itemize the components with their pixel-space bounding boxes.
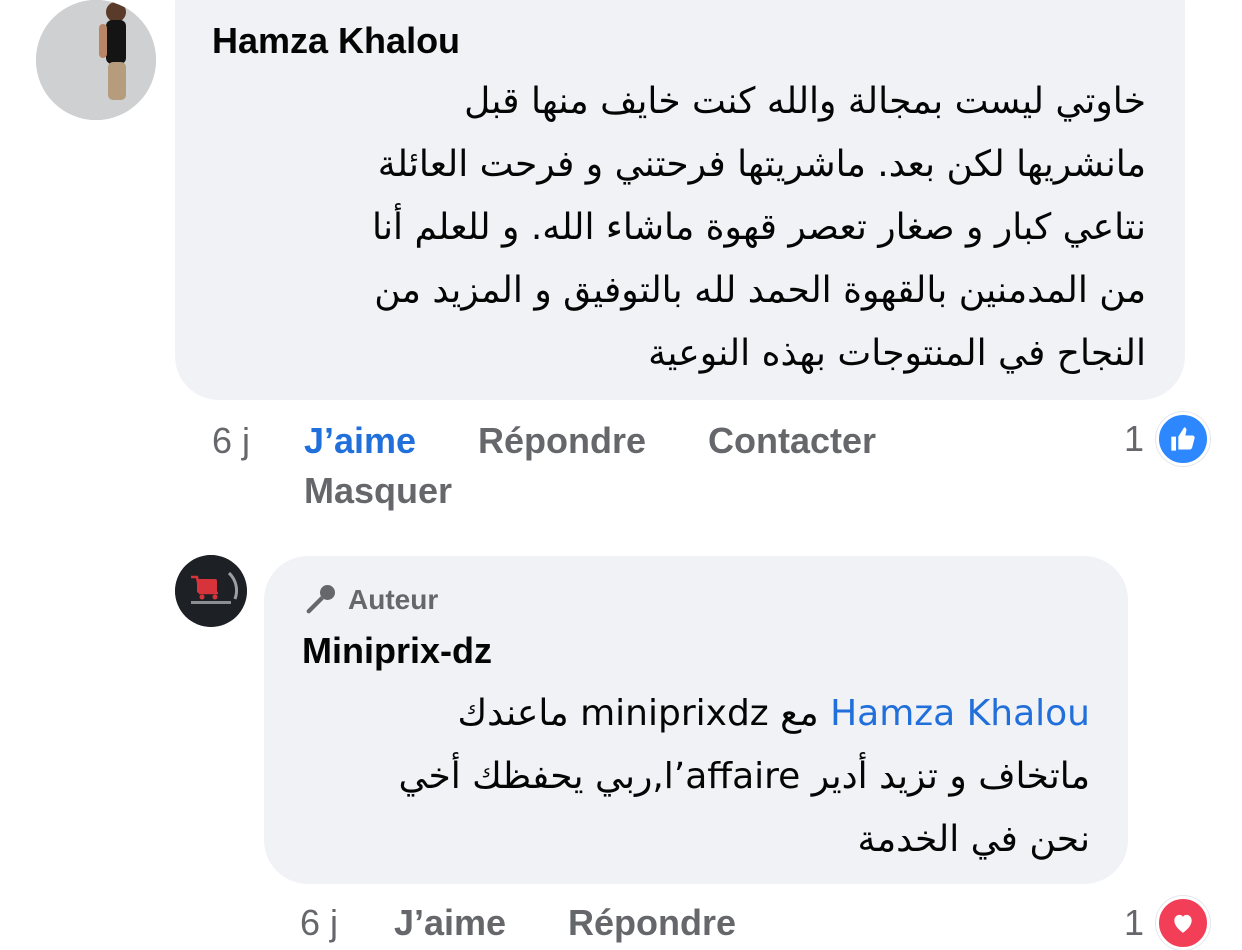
reaction-summary[interactable]: 1 [1124, 412, 1211, 466]
like-icon [1156, 412, 1211, 466]
contact-button[interactable]: Contacter [708, 420, 876, 462]
person-photo [36, 0, 156, 120]
reaction-count: 1 [1124, 418, 1145, 459]
reply-reaction-summary[interactable]: 1 [1124, 896, 1211, 950]
reply-line: Hamza Khalou مع miniprixdz ماعندك [290, 682, 1091, 745]
replier-name[interactable]: Miniprix-dz [302, 630, 492, 672]
reply-line: نحن في الخدمة [857, 819, 1090, 860]
reply-text: Hamza Khalou مع miniprixdz ماعندك ماتخاف… [290, 682, 1090, 871]
author-badge-label: Auteur [348, 584, 439, 615]
commenter-name[interactable]: Hamza Khalou [212, 20, 460, 62]
reply-line: ماتخاف و تزيد أدير l’affaire,ربي يحفظك أ… [398, 756, 1090, 797]
comment-line: من المدمنين بالقهوة الحمد لله بالتوفيق و… [374, 270, 1146, 311]
comment-text: خاوتي ليست بمجالة والله كنت خايف منها قب… [186, 70, 1146, 385]
store-logo [175, 555, 247, 627]
comment-time[interactable]: 6 j [212, 420, 250, 462]
comment-line: النجاح في المنتوجات بهذه النوعية [648, 333, 1146, 374]
reply-button[interactable]: Répondre [478, 420, 646, 462]
mention-link[interactable]: Hamza Khalou [830, 693, 1090, 734]
comment-line: خاوتي ليست بمجالة والله كنت خايف منها قب… [464, 81, 1146, 122]
page-avatar[interactable] [175, 555, 247, 627]
reaction-count: 1 [1124, 902, 1145, 943]
hide-button[interactable]: Masquer [304, 470, 452, 512]
reply-line-rest: مع miniprixdz ماعندك [457, 693, 831, 734]
reply-like-button[interactable]: J’aime [394, 902, 506, 944]
reply-reply-button[interactable]: Répondre [568, 902, 736, 944]
comment-line: مانشريها لكن بعد. ماشريتها فرحتني و فرحت… [377, 144, 1146, 185]
microphone-icon [306, 585, 335, 614]
commenter-avatar[interactable] [36, 0, 156, 120]
reply-time[interactable]: 6 j [300, 902, 338, 944]
like-button[interactable]: J’aime [304, 420, 416, 462]
heart-icon [1156, 896, 1211, 950]
comment-line: نتاعي كبار و صغار تعصر قهوة ماشاء الله. … [372, 207, 1146, 248]
author-badge: Auteur [302, 580, 438, 620]
